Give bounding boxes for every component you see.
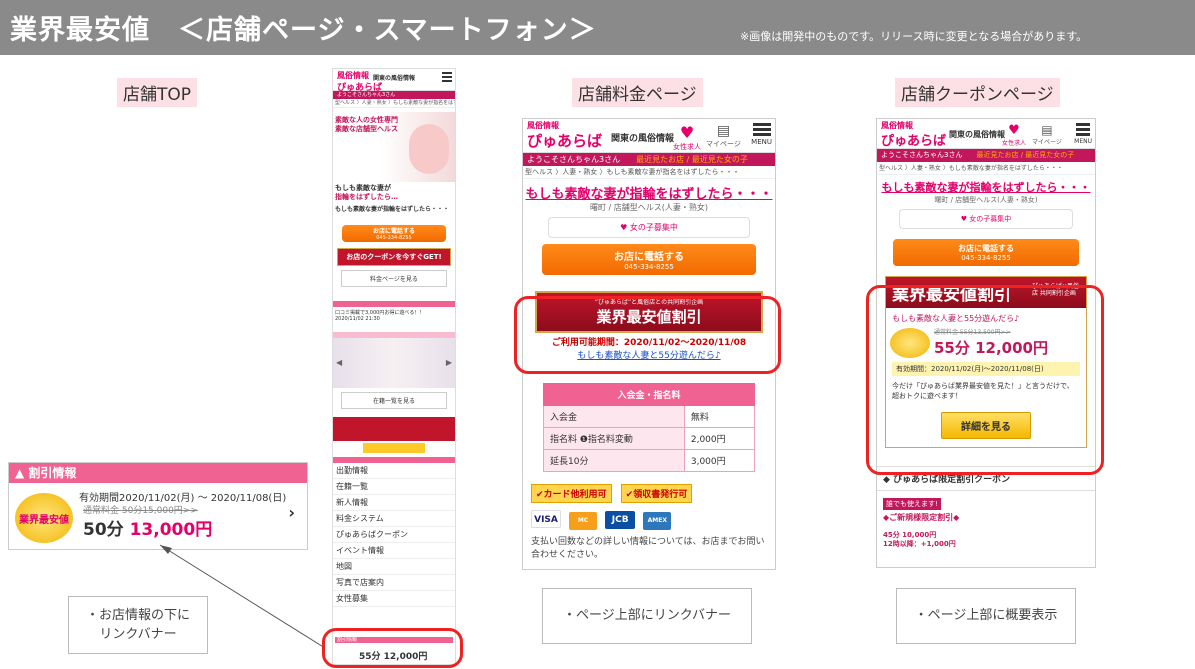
carousel-next-icon[interactable]: ▶ xyxy=(446,358,452,367)
carousel-prev-icon[interactable]: ◀ xyxy=(336,358,342,367)
women-jobs-link[interactable]: ♥ 女性求人 xyxy=(1002,123,1026,147)
table-row: 指名料 ❶指名料変動 2,000円 xyxy=(543,427,756,450)
payment-chips: ✔カード他利用可 ✔領収書発行可 xyxy=(531,482,767,503)
side-item[interactable]: 女性募集 xyxy=(333,591,455,608)
highlight-coupon-summary xyxy=(866,285,1104,475)
coupon-tag: 誰でも使えます! xyxy=(883,497,941,510)
site-name: 関東の風俗情報 xyxy=(949,130,1005,139)
menu-button[interactable]: MENU xyxy=(751,121,772,146)
shop-title[interactable]: もしも素敵な妻が指輪をはずしたら・・・ xyxy=(877,179,1095,195)
coupon-prices: 45分 10,000円 12時以降：+1,000円 xyxy=(883,530,956,549)
document-icon: ▤ xyxy=(716,123,731,139)
card-logos: VISA MC JCB AMEX xyxy=(531,507,767,530)
mastercard-icon: MC xyxy=(569,512,598,530)
hero-model-photo xyxy=(409,124,449,174)
price-page-link[interactable]: 料金ページを見る xyxy=(341,270,447,288)
mypage-link[interactable]: ▤ マイページ xyxy=(1032,123,1062,146)
shop-title[interactable]: もしも素敵な妻が指輪をはずしたら・・・ xyxy=(523,183,775,202)
shop-category: 曙町 / 店舗型ヘルス(人妻・熟女) xyxy=(934,196,1038,204)
shop-name: もしも素敵な妻が指輪をはずしたら・・・ xyxy=(335,206,450,214)
menu-button[interactable] xyxy=(442,70,452,84)
table-row: 入会金 無料 xyxy=(543,405,756,428)
call-button[interactable]: お店に電話する 045-334-8255 xyxy=(541,244,757,275)
side-item[interactable]: イベント情報 xyxy=(333,543,455,560)
menu-button[interactable]: MENU xyxy=(1074,121,1092,145)
side-item[interactable]: 地図 xyxy=(333,559,455,576)
document-icon: ▤ xyxy=(1041,123,1053,137)
receipt-ok-chip: ✔領収書発行可 xyxy=(620,484,693,503)
recruit-link[interactable]: ♥ 女の子募集中 xyxy=(548,217,750,238)
coupon-banner[interactable]: お店のクーポンを今すぐGET! xyxy=(337,248,451,267)
site-name: 関東の風俗情報 xyxy=(373,75,416,82)
new-member-coupon: ◆ご新規様限定割引◆ xyxy=(883,512,960,522)
fee-table: 入会金・指名料 入会金 無料 指名料 ❶指名料変動 2,000円 延長10分 3,00… xyxy=(543,383,756,472)
mobile-header: 風俗情報 ぴゅあらば 関東の風俗情報 ♥ 女性求人 ▤ マイページ MENU xyxy=(523,119,775,153)
breadcrumb[interactable]: 型ヘルス 〉人妻・熟女 〉もしも素敵な妻が指名をはずしたら・・・ xyxy=(333,99,455,108)
jcb-icon: JCB xyxy=(605,511,636,529)
breadcrumb[interactable]: 型ヘルス 〉人妻・熟女 〉もしも素敵な妻が指名をはずしたら・・・ xyxy=(523,166,775,179)
pickup-banner[interactable] xyxy=(333,417,455,442)
call-button[interactable]: お店に電話する 045-334-8255 xyxy=(342,225,446,243)
mobile-header: 風俗情報 ぴゅあらば 関東の風俗情報 ♥ 女性求人 ▤ マイページ MENU xyxy=(877,119,1095,149)
note-price-page: ・ページ上部にリンクバナー xyxy=(542,588,752,644)
side-item[interactable]: 料金システム xyxy=(333,511,455,528)
side-item[interactable]: ぴゅあらばクーポン xyxy=(333,527,455,544)
breadcrumb[interactable]: 型ヘルス 〉人妻・熟女 〉もしも素敵な妻が指名をはずしたら・・・ xyxy=(877,162,1095,175)
phone-store-top: 風俗情報 ぴゅあらば 関東の風俗情報 ようこそさんちゃん3さん 型ヘルス 〉人妻・… xyxy=(332,68,456,665)
highlight-price-banner xyxy=(514,296,781,374)
visa-icon: VISA xyxy=(531,510,561,528)
women-jobs-link[interactable]: ♥ 女性求人 xyxy=(673,123,701,152)
hero-catch: もしも素敵な妻が 指輪をはずしたら… xyxy=(335,184,398,202)
site-logo[interactable]: 風俗情報 ぴゅあらば xyxy=(881,122,946,150)
shop-category: 曙町 / 店舗型ヘルス(人妻・熟女) xyxy=(589,203,709,212)
site-logo[interactable]: 風俗情報 ぴゅあらば xyxy=(527,122,602,151)
girls-list-link[interactable]: 在籍一覧を見る xyxy=(341,392,447,410)
call-button[interactable]: お店に電話する 045-334-8255 xyxy=(893,239,1079,266)
hero-image: 素敵な人の女性専門 素敵な店舗型ヘルス xyxy=(333,112,455,182)
side-item[interactable]: 在籍一覧 xyxy=(333,479,455,496)
mobile-header: 風俗情報 ぴゅあらば 関東の風俗情報 xyxy=(333,69,455,93)
reviews-text: 口コミ掲載で3,000円お得に遊べる！！ 2020/11/02 21:30 xyxy=(335,310,425,323)
mypage-link[interactable]: ▤ マイページ xyxy=(706,123,741,149)
site-name: 関東の風俗情報 xyxy=(611,134,675,144)
ribbon-icon: ◆ xyxy=(883,474,890,485)
amex-icon: AMEX xyxy=(643,512,672,530)
welcome-bar: ようこそさんちゃん3さん 最近見たお店 / 最近見た女の子 xyxy=(877,149,1095,162)
card-ok-chip: ✔カード他利用可 xyxy=(531,484,612,503)
welcome-bar: ようこそさんちゃん3さん 最近見たお店 / 最近見た女の子 xyxy=(523,153,775,166)
recruit-link[interactable]: ♥ 女の子募集中 xyxy=(898,209,1074,229)
pickup-button[interactable] xyxy=(363,443,425,454)
payment-note: 支払い回数などの詳しい情報については、お店までお問い合わせください。 xyxy=(531,537,765,560)
girls-carousel[interactable]: ◀ ▶ xyxy=(333,338,455,389)
table-row: 延長10分 3,000円 xyxy=(543,449,756,472)
note-coupon-page: ・ページ上部に概要表示 xyxy=(896,588,1076,644)
side-menu: 出勤情報 在籍一覧 新人情報 料金システム ぴゅあらばクーポン イベント情報 地… xyxy=(333,463,455,608)
note-store-top: ・お店情報の下に リンクバナー xyxy=(68,596,208,654)
side-item[interactable]: 出勤情報 xyxy=(333,463,455,480)
side-item[interactable]: 写真で店案内 xyxy=(333,575,455,592)
fee-table-header: 入会金・指名料 xyxy=(543,383,755,406)
highlight-top-banner xyxy=(322,628,463,668)
side-item[interactable]: 新人情報 xyxy=(333,495,455,512)
